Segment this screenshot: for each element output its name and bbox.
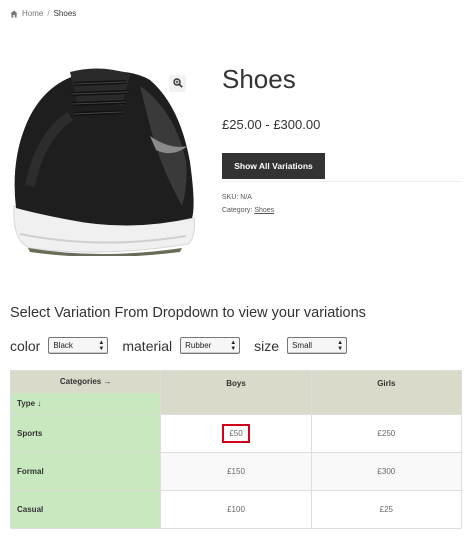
highlighted-price[interactable]: £50 — [222, 424, 250, 443]
variations-table: Categories → Boys Girls Type ↓ Sports £5… — [9, 370, 463, 529]
table-cell[interactable]: £50 — [160, 414, 312, 453]
home-icon[interactable] — [10, 10, 18, 18]
material-select[interactable]: Rubber ▲ ▼ — [180, 337, 241, 354]
category-link[interactable]: Shoes — [254, 207, 274, 214]
dropdown-arrow-icon: ▲ ▼ — [230, 339, 237, 352]
product-title: Shoes — [222, 64, 296, 94]
type-header: Type ↓ — [9, 392, 162, 415]
table-row: Sports £50 £250 — [9, 414, 463, 453]
table-cell[interactable]: £150 — [160, 452, 312, 491]
row-header-formal: Formal — [9, 452, 162, 491]
dropdown-arrow-icon: ▲ ▼ — [337, 339, 344, 352]
color-label: color — [10, 337, 41, 354]
table-cell[interactable]: £300 — [310, 452, 463, 491]
breadcrumb-current: Shoes — [53, 9, 77, 18]
sku-label: SKU: — [222, 194, 239, 201]
size-label: size — [254, 337, 280, 354]
material-label: material — [122, 337, 173, 354]
table-cell[interactable]: £250 — [310, 414, 463, 453]
table-cell[interactable]: £100 — [160, 490, 312, 529]
categories-header: Categories → — [9, 370, 162, 393]
color-select-value: Black — [53, 341, 73, 350]
breadcrumb: Home / Shoes — [10, 9, 76, 18]
magnifier-icon — [172, 75, 183, 93]
sku-value: N/A — [240, 194, 252, 201]
variation-heading: Select Variation From Dropdown to view y… — [10, 305, 366, 321]
product-image[interactable] — [10, 66, 196, 257]
category-line: Category: Shoes — [222, 204, 274, 217]
product-meta: SKU: N/A Category: Shoes — [222, 191, 274, 217]
table-cell[interactable]: £25 — [310, 490, 463, 529]
color-select[interactable]: Black ▲ ▼ — [48, 337, 109, 354]
column-header-girls: Girls — [310, 370, 463, 415]
breadcrumb-home-link[interactable]: Home — [22, 9, 43, 18]
table-row: Formal £150 £300 — [9, 452, 463, 491]
show-all-variations-button[interactable]: Show All Variations — [222, 153, 325, 179]
category-label: Category: — [222, 207, 253, 214]
column-header-boys: Boys — [160, 370, 312, 415]
row-header-casual: Casual — [9, 490, 162, 529]
size-select[interactable]: Small ▲ ▼ — [287, 337, 348, 354]
zoom-button[interactable] — [169, 75, 186, 92]
table-row: Casual £100 £25 — [9, 490, 463, 529]
size-select-value: Small — [292, 341, 313, 350]
sku-line: SKU: N/A — [222, 191, 274, 204]
material-select-value: Rubber — [185, 341, 212, 350]
breadcrumb-separator: / — [47, 9, 50, 18]
divider — [222, 181, 462, 182]
table-header-row: Categories → Boys Girls — [9, 370, 463, 415]
row-header-sports: Sports — [9, 414, 162, 453]
product-price: £25.00 - £300.00 — [222, 117, 321, 132]
variation-filters: color Black ▲ ▼ material Rubber ▲ ▼ size S… — [10, 337, 361, 354]
dropdown-arrow-icon: ▲ ▼ — [98, 339, 105, 352]
